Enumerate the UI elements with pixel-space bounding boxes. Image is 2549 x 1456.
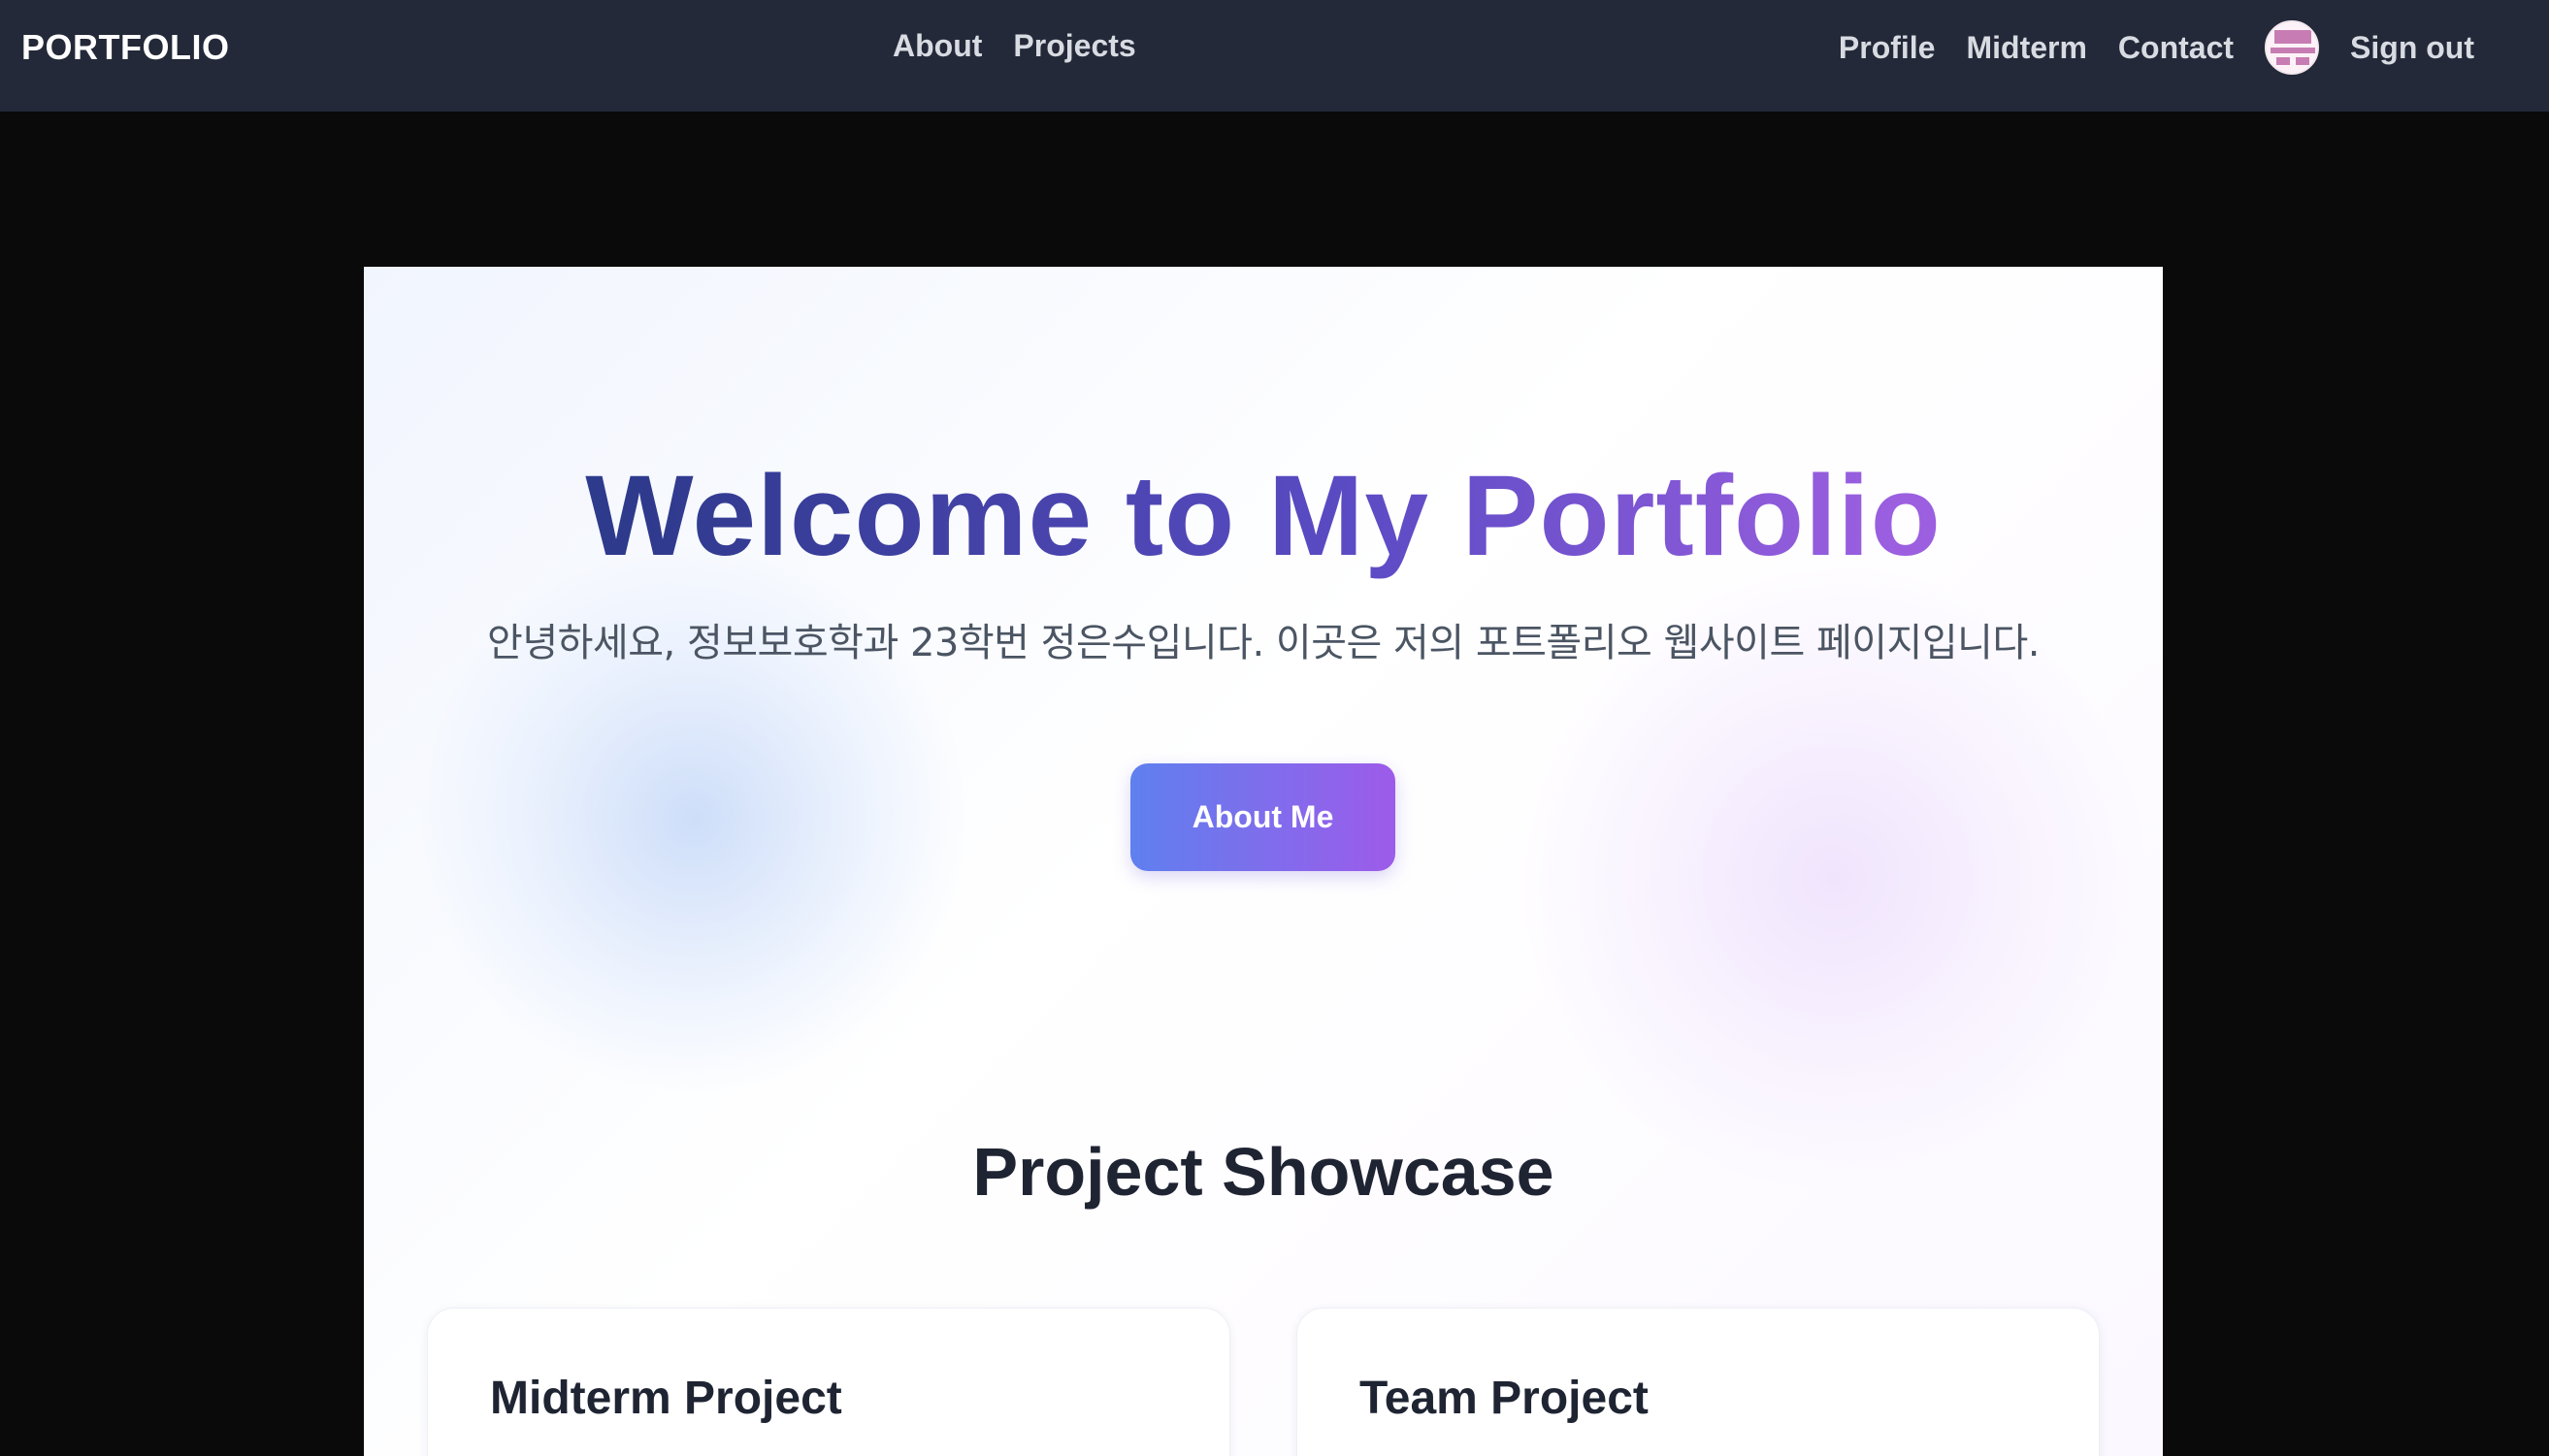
nav-link-contact[interactable]: Contact <box>2118 30 2234 66</box>
about-me-button[interactable]: About Me <box>1130 763 1395 871</box>
nav-link-profile[interactable]: Profile <box>1839 30 1936 66</box>
main-panel: Welcome to My Portfolio 안녕하세요, 정보보호학과 23… <box>364 267 2163 1456</box>
nav-link-midterm[interactable]: Midterm <box>1966 30 2086 66</box>
project-showcase-title: Project Showcase <box>972 1134 1554 1210</box>
nav-center-links: About Projects <box>893 28 1136 64</box>
brand-logo[interactable]: PORTFOLIO <box>21 27 230 68</box>
hero-title: Welcome to My Portfolio <box>364 451 2163 583</box>
project-card-title: Midterm Project <box>490 1373 842 1424</box>
project-card-team[interactable]: Team Project <box>1296 1308 2100 1456</box>
nav-link-projects[interactable]: Projects <box>1013 28 1135 64</box>
nav-right-links: Profile Midterm Contact Sign out <box>1839 14 2474 81</box>
sign-out-link[interactable]: Sign out <box>2350 30 2474 66</box>
nav-link-about[interactable]: About <box>893 28 982 64</box>
top-navbar: PORTFOLIO About Projects Profile Midterm… <box>0 0 2549 112</box>
project-card-title: Team Project <box>1359 1373 1649 1424</box>
project-card-midterm[interactable]: Midterm Project <box>427 1308 1230 1456</box>
user-avatar-icon[interactable] <box>2265 20 2320 75</box>
hero-subtitle: 안녕하세요, 정보보호학과 23학번 정은수입니다. 이곳은 저의 포트폴리오 … <box>487 621 2040 665</box>
